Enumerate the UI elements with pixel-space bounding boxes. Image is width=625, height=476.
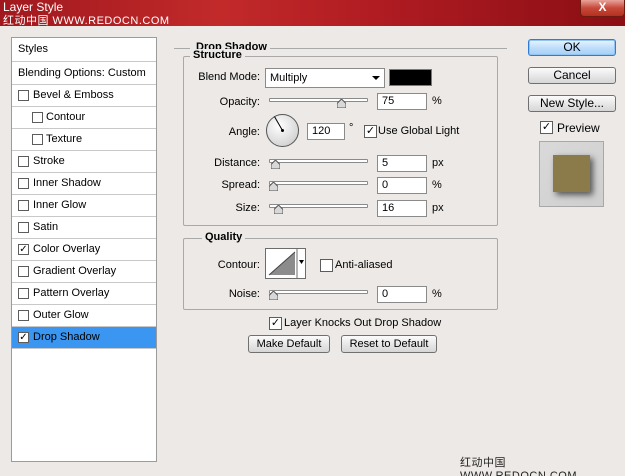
- structure-title: Structure: [190, 49, 245, 61]
- footer-watermark: 红动中国 WWW.REDOCN.COM: [460, 457, 577, 476]
- style-item-texture[interactable]: Texture: [12, 129, 156, 151]
- anti-aliased-label: Anti-aliased: [335, 259, 393, 271]
- preview-checkbox[interactable]: ✓: [540, 121, 553, 134]
- style-item-inner-shadow[interactable]: Inner Shadow: [12, 173, 156, 195]
- noise-unit: %: [432, 288, 442, 300]
- noise-field[interactable]: 0: [377, 286, 427, 303]
- style-item-checkbox[interactable]: [18, 222, 29, 233]
- style-item-gradient-overlay[interactable]: Gradient Overlay: [12, 261, 156, 283]
- cancel-button[interactable]: Cancel: [528, 67, 616, 84]
- size-slider-thumb[interactable]: [274, 205, 284, 214]
- style-item-satin[interactable]: Satin: [12, 217, 156, 239]
- style-item-checkbox[interactable]: [32, 112, 43, 123]
- chevron-down-icon: [372, 76, 380, 80]
- new-style-button[interactable]: New Style...: [528, 95, 616, 112]
- style-item-checkbox[interactable]: ✓: [18, 332, 29, 343]
- distance-unit: px: [432, 157, 444, 169]
- styles-header[interactable]: Styles: [12, 38, 156, 62]
- quality-title: Quality: [202, 231, 246, 243]
- style-item-checkbox[interactable]: [18, 178, 29, 189]
- preview-swatch: [553, 155, 590, 192]
- blending-options-item[interactable]: Blending Options: Custom: [12, 62, 156, 85]
- blending-options-label: Blending Options: Custom: [18, 67, 146, 79]
- distance-slider-track[interactable]: [269, 159, 368, 163]
- angle-label: Angle:: [228, 126, 260, 138]
- ok-button[interactable]: OK: [528, 39, 616, 56]
- opacity-slider-thumb[interactable]: [336, 99, 346, 108]
- opacity-label: Opacity:: [219, 96, 260, 108]
- use-global-light-checkbox[interactable]: ✓: [364, 125, 377, 138]
- styles-list: Styles Blending Options: Custom Bevel & …: [11, 37, 157, 462]
- style-item-checkbox[interactable]: [18, 310, 29, 321]
- distance-label: Distance:: [214, 157, 260, 169]
- noise-slider-track[interactable]: [269, 290, 368, 294]
- reset-default-button[interactable]: Reset to Default: [341, 335, 437, 353]
- noise-slider-thumb[interactable]: [269, 291, 278, 300]
- distance-field[interactable]: 5: [377, 155, 427, 172]
- blend-mode-select[interactable]: Multiply: [265, 68, 385, 88]
- style-item-contour[interactable]: Contour: [12, 107, 156, 129]
- close-button[interactable]: X: [580, 0, 625, 17]
- opacity-unit: %: [432, 95, 442, 107]
- style-item-label: Satin: [33, 221, 59, 233]
- style-item-label: Stroke: [33, 155, 65, 167]
- spread-slider-track[interactable]: [269, 181, 368, 185]
- noise-label: Noise:: [228, 288, 260, 300]
- style-item-checkbox[interactable]: [18, 266, 29, 277]
- style-item-color-overlay[interactable]: ✓ Color Overlay: [12, 239, 156, 261]
- style-item-checkbox[interactable]: [18, 156, 29, 167]
- shadow-color-swatch[interactable]: [389, 69, 432, 86]
- style-item-inner-glow[interactable]: Inner Glow: [12, 195, 156, 217]
- angle-field[interactable]: 120: [307, 123, 345, 140]
- size-unit: px: [432, 202, 444, 214]
- size-label: Size:: [235, 202, 260, 214]
- blend-mode-label: Blend Mode:: [198, 71, 260, 83]
- style-item-label: Gradient Overlay: [33, 265, 117, 277]
- style-item-checkbox[interactable]: [18, 288, 29, 299]
- style-item-label: Bevel & Emboss: [33, 89, 114, 101]
- style-item-label: Pattern Overlay: [33, 287, 110, 299]
- style-item-label: Inner Shadow: [33, 177, 101, 189]
- layer-knocks-checkbox[interactable]: ✓: [269, 317, 282, 330]
- style-item-checkbox[interactable]: [18, 90, 29, 101]
- style-item-label: Texture: [46, 133, 83, 145]
- style-item-label: Contour: [46, 111, 86, 123]
- style-item-label: Outer Glow: [33, 309, 89, 321]
- distance-slider-thumb[interactable]: [270, 160, 280, 169]
- style-item-bevel-emboss[interactable]: Bevel & Emboss: [12, 85, 156, 107]
- title-bar: Layer Style 红动中国 WWW.REDOCN.COM X: [0, 0, 625, 27]
- spread-field[interactable]: 0: [377, 177, 427, 194]
- opacity-field[interactable]: 75: [377, 93, 427, 110]
- style-preview: [539, 141, 604, 207]
- style-item-drop-shadow[interactable]: ✓ Drop Shadow: [12, 327, 156, 349]
- spread-label: Spread:: [221, 179, 260, 191]
- size-field[interactable]: 16: [377, 200, 427, 217]
- style-item-label: Inner Glow: [33, 199, 87, 211]
- size-slider-track[interactable]: [269, 204, 368, 208]
- anti-aliased-checkbox[interactable]: [320, 259, 333, 272]
- angle-unit: °: [349, 122, 354, 134]
- layer-knocks-label: Layer Knocks Out Drop Shadow: [284, 317, 442, 329]
- styles-header-label: Styles: [18, 43, 48, 55]
- preview-label: Preview: [557, 121, 600, 135]
- style-item-label: Color Overlay: [33, 243, 101, 255]
- contour-label: Contour:: [217, 259, 260, 271]
- angle-dial[interactable]: [265, 113, 300, 148]
- style-item-label: Drop Shadow: [33, 331, 100, 343]
- contour-picker[interactable]: [265, 248, 306, 279]
- use-global-light-label: Use Global Light: [378, 125, 460, 137]
- style-item-checkbox[interactable]: ✓: [18, 244, 29, 255]
- spread-unit: %: [432, 179, 442, 191]
- opacity-slider-track[interactable]: [269, 98, 368, 102]
- style-item-checkbox[interactable]: [18, 200, 29, 211]
- spread-slider-thumb[interactable]: [269, 182, 278, 191]
- style-item-stroke[interactable]: Stroke: [12, 151, 156, 173]
- style-item-outer-glow[interactable]: Outer Glow: [12, 305, 156, 327]
- make-default-button[interactable]: Make Default: [248, 335, 330, 353]
- dialog-body: Styles Blending Options: Custom Bevel & …: [0, 26, 625, 476]
- style-item-checkbox[interactable]: [32, 134, 43, 145]
- style-item-pattern-overlay[interactable]: Pattern Overlay: [12, 283, 156, 305]
- blend-mode-value: Multiply: [270, 72, 308, 84]
